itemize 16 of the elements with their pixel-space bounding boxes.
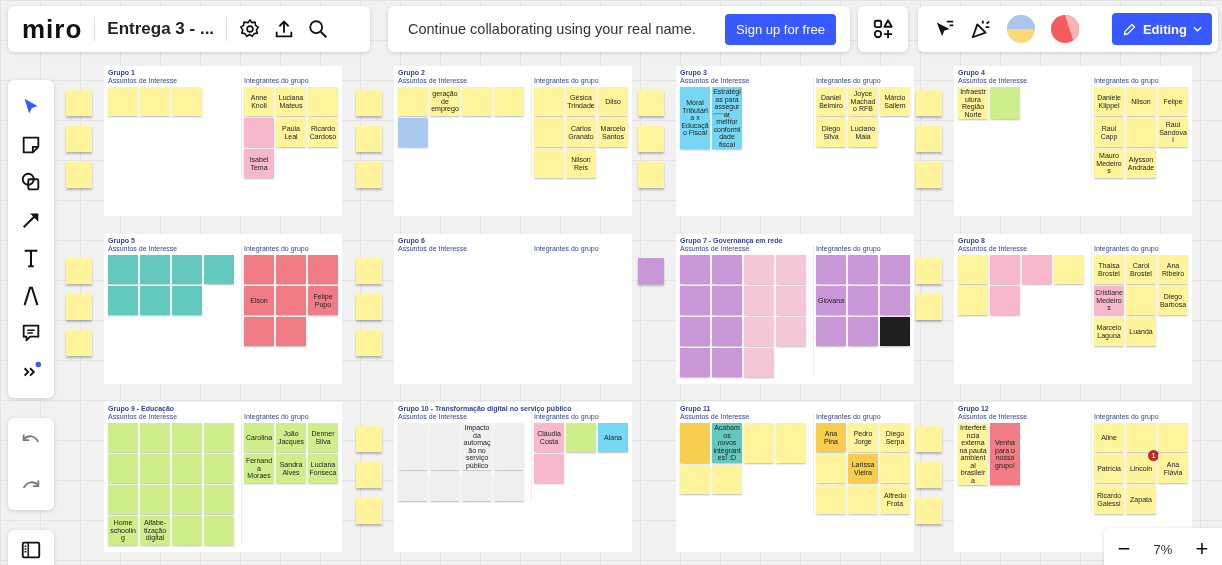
search-icon[interactable] — [307, 18, 330, 40]
board-title[interactable]: Entrega 3 - ... — [107, 19, 215, 39]
editing-button[interactable]: Editing — [1111, 13, 1212, 45]
caret-icon — [1193, 26, 1202, 32]
party-popper-icon[interactable] — [970, 18, 992, 40]
zoom-in-button[interactable]: + — [1191, 536, 1213, 562]
banner-message: Continue collaborating using your real name. — [408, 21, 696, 37]
apps-icon[interactable] — [872, 18, 894, 40]
zoom-out-button[interactable]: − — [1113, 536, 1135, 562]
signup-button[interactable]: Sign up for free — [725, 13, 836, 45]
settings-icon[interactable] — [239, 18, 262, 40]
avatar[interactable] — [1050, 14, 1080, 44]
sidebar-toggle-icon[interactable] — [20, 539, 42, 561]
zoom-level[interactable]: 7% — [1153, 541, 1173, 557]
logo[interactable]: miro — [22, 13, 83, 45]
pencil-icon — [1121, 21, 1137, 37]
